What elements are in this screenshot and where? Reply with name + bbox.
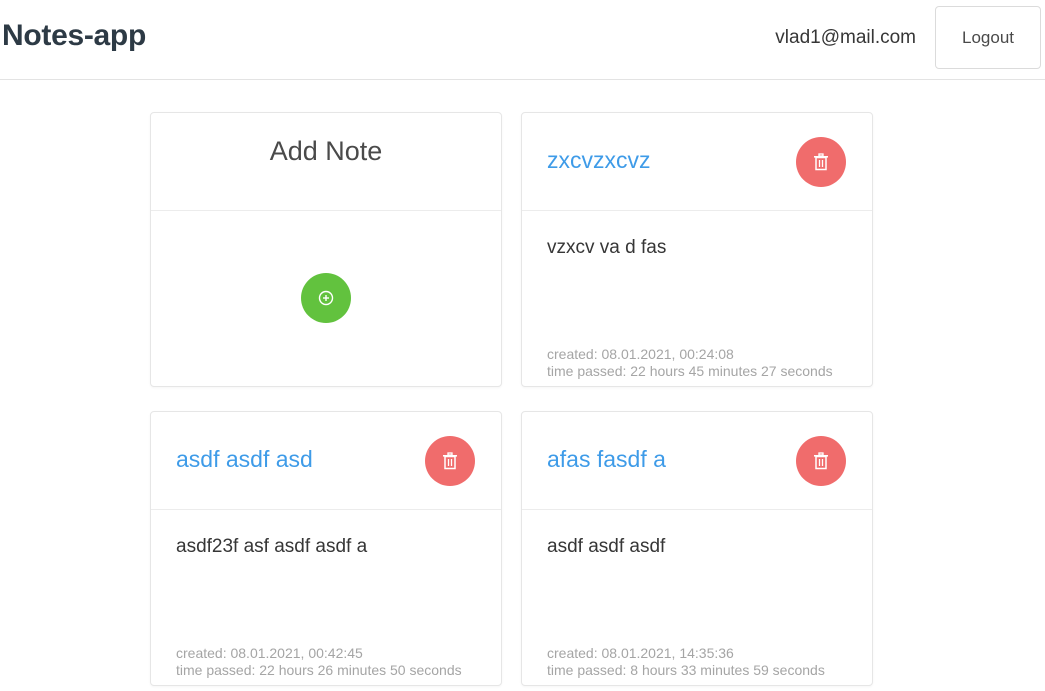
navbar: Notes-app vlad1@mail.com Logout: [0, 0, 1045, 80]
app-brand[interactable]: Notes-app: [2, 19, 146, 53]
delete-note-button[interactable]: [796, 137, 846, 187]
note-body: asdf23f asf asdf asdf a: [176, 536, 368, 557]
note-body: vzxcv va d fas: [547, 237, 667, 258]
note-body: asdf asdf asdf: [547, 536, 666, 557]
note-created: created: 08.01.2021, 00:24:08: [547, 346, 734, 362]
note-meta: created: 08.01.2021, 00:42:45 time passe…: [176, 645, 462, 679]
note-meta: created: 08.01.2021, 00:24:08 time passe…: [547, 346, 833, 380]
add-note-card: Add Note: [150, 112, 502, 387]
note-card: asdf asdf asd asdf23f asf asdf asdf a cr…: [150, 411, 502, 686]
note-card: zxcvzxcvz vzxcv va d fas created: 08.01.…: [521, 112, 873, 387]
delete-note-button[interactable]: [796, 436, 846, 486]
note-created: created: 08.01.2021, 14:35:36: [547, 645, 734, 661]
trash-icon: [814, 452, 828, 470]
note-meta: created: 08.01.2021, 14:35:36 time passe…: [547, 645, 825, 679]
note-title[interactable]: asdf asdf asd: [176, 446, 313, 473]
add-note-title: Add Note: [269, 136, 383, 166]
user-email: vlad1@mail.com: [775, 27, 916, 48]
trash-icon: [814, 153, 828, 171]
add-note-card-header: Add Note: [151, 113, 501, 211]
note-card: afas fasdf a asdf asdf asdf created: 08.…: [521, 411, 873, 686]
delete-note-button[interactable]: [425, 436, 475, 486]
plus-circle-icon: [318, 290, 334, 306]
logout-button[interactable]: Logout: [935, 6, 1041, 69]
note-time-passed: time passed: 22 hours 26 minutes 50 seco…: [176, 662, 462, 678]
note-card-header: asdf asdf asd: [151, 412, 501, 510]
add-note-button[interactable]: [301, 273, 351, 323]
note-time-passed: time passed: 8 hours 33 minutes 59 secon…: [547, 662, 825, 678]
note-time-passed: time passed: 22 hours 45 minutes 27 seco…: [547, 363, 833, 379]
note-created: created: 08.01.2021, 00:42:45: [176, 645, 363, 661]
note-card-header: afas fasdf a: [522, 412, 872, 510]
trash-icon: [443, 452, 457, 470]
note-title[interactable]: zxcvzxcvz: [547, 147, 651, 174]
note-card-header: zxcvzxcvz: [522, 113, 872, 211]
note-title[interactable]: afas fasdf a: [547, 446, 666, 473]
